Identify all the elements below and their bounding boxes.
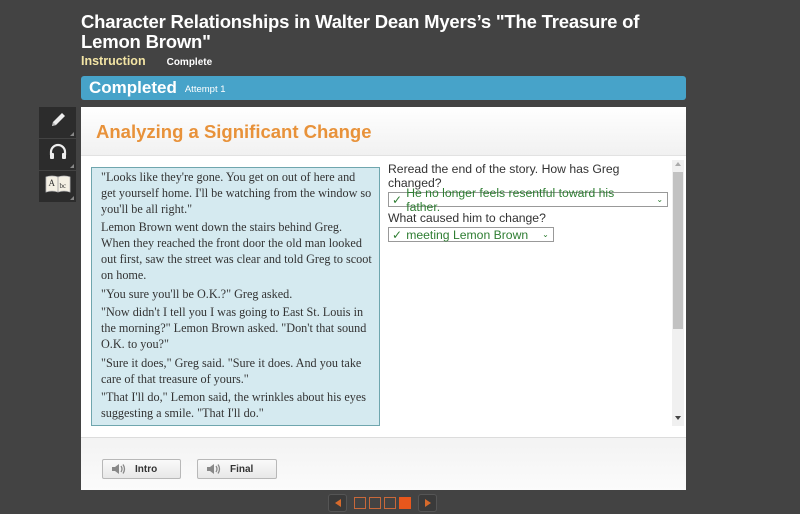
passage-paragraph: "That I'll do," Lemon said, the wrinkles… bbox=[101, 390, 366, 421]
activity-panel: Analyzing a Significant Change "Looks li… bbox=[81, 107, 686, 490]
audio-tool-button[interactable] bbox=[39, 139, 76, 170]
selected-answer: He no longer feels resentful toward his … bbox=[406, 185, 615, 214]
speaker-icon bbox=[206, 463, 222, 475]
page-navigator bbox=[328, 494, 437, 512]
section-label: Instruction bbox=[81, 54, 146, 68]
answer-dropdown-change[interactable]: ✓ He no longer feels resentful toward hi… bbox=[388, 186, 668, 214]
completion-status: Completed bbox=[89, 78, 177, 97]
passage-paragraph: Lemon Brown went down the stairs behind … bbox=[101, 220, 372, 282]
final-audio-button[interactable]: Final bbox=[197, 459, 277, 479]
passage-paragraph: "Now didn't I tell you I was going to Ea… bbox=[101, 305, 367, 351]
dictionary-icon: Abc bbox=[45, 173, 71, 200]
previous-page-button[interactable] bbox=[328, 494, 347, 512]
check-icon: ✓ bbox=[392, 192, 403, 207]
chevron-down-icon: ⌄ bbox=[542, 230, 549, 239]
completion-banner: Completed Attempt 1 bbox=[81, 76, 686, 100]
activity-footer: Intro Final bbox=[81, 437, 686, 490]
page-indicator-4[interactable] bbox=[399, 497, 411, 509]
page-indicator-3[interactable] bbox=[384, 497, 396, 509]
expand-corner-icon bbox=[70, 132, 74, 136]
section-status: Complete bbox=[166, 57, 213, 68]
headphones-icon bbox=[48, 142, 68, 167]
answer-dropdown-cause[interactable]: ✓ meeting Lemon Brown ⌄ bbox=[388, 227, 554, 242]
intro-audio-button[interactable]: Intro bbox=[102, 459, 181, 479]
svg-text:bc: bc bbox=[59, 182, 66, 190]
passage-box[interactable]: "Looks like they're gone. You get on out… bbox=[91, 167, 380, 426]
expand-corner-icon bbox=[70, 196, 74, 200]
activity-header: Analyzing a Significant Change bbox=[81, 107, 686, 156]
dictionary-tool-button[interactable]: Abc bbox=[39, 171, 76, 202]
expand-corner-icon bbox=[70, 164, 74, 168]
triangle-left-icon bbox=[334, 494, 341, 512]
lesson-title: Character Relationships in Walter Dean M… bbox=[81, 11, 640, 52]
page-indicator-1[interactable] bbox=[354, 497, 366, 509]
svg-text:A: A bbox=[48, 178, 55, 188]
passage-paragraph: "Sure it does," Greg said. "Sure it does… bbox=[101, 355, 362, 386]
triangle-right-icon bbox=[424, 494, 431, 512]
vertical-scrollbar[interactable] bbox=[672, 160, 684, 426]
pencil-icon bbox=[48, 110, 68, 135]
scroll-down-icon[interactable] bbox=[675, 416, 681, 420]
selected-answer: meeting Lemon Brown bbox=[406, 227, 529, 242]
speaker-icon bbox=[111, 463, 127, 475]
page-indicator-2[interactable] bbox=[369, 497, 381, 509]
passage-paragraph: "Looks like they're gone. You get on out… bbox=[101, 170, 372, 216]
passage-paragraph: "You sure you'll be O.K.?" Greg asked. bbox=[101, 286, 293, 301]
scroll-thumb[interactable] bbox=[673, 172, 683, 329]
activity-heading: Analyzing a Significant Change bbox=[96, 121, 372, 142]
notes-tool-button[interactable] bbox=[39, 107, 76, 138]
final-label: Final bbox=[230, 463, 254, 475]
question-area: Reread the end of the story. How has Gre… bbox=[388, 162, 668, 246]
intro-label: Intro bbox=[135, 463, 158, 475]
scroll-up-icon[interactable] bbox=[675, 162, 681, 166]
lesson-subnav: Instruction Complete bbox=[81, 54, 212, 68]
check-icon: ✓ bbox=[392, 227, 403, 242]
tool-sidebar: Abc bbox=[39, 107, 76, 203]
attempt-label: Attempt 1 bbox=[184, 84, 226, 95]
next-page-button[interactable] bbox=[418, 494, 437, 512]
chevron-down-icon: ⌄ bbox=[656, 195, 664, 204]
passage-paragraph: The night had warmed and the rain had st… bbox=[101, 425, 373, 426]
